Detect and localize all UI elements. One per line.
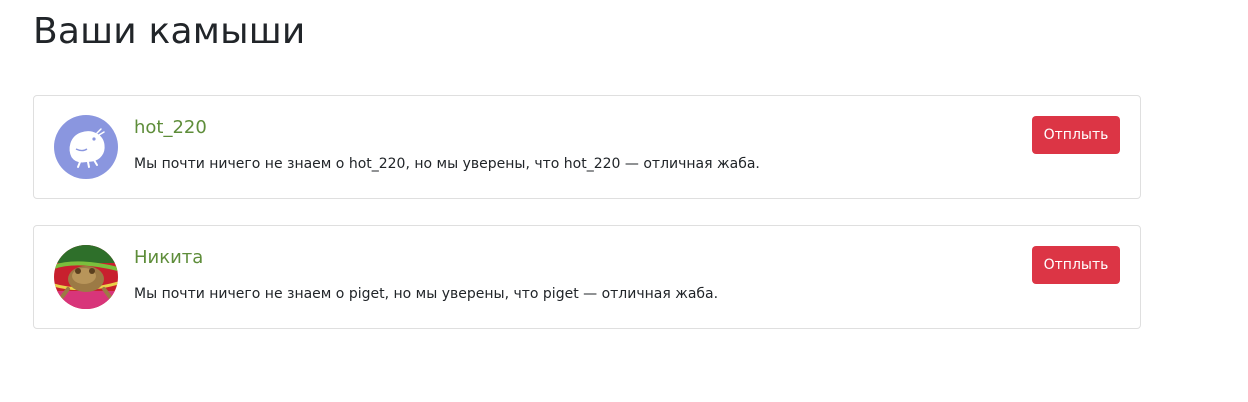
toad-photo-icon: [54, 245, 118, 309]
unfollow-button[interactable]: Отплыть: [1032, 246, 1120, 284]
default-avatar-icon: [54, 115, 118, 179]
user-description: Мы почти ничего не знаем о piget, но мы …: [134, 286, 719, 302]
following-page: Ваши камыши hot_220 Мы почти ничего не з…: [0, 0, 1248, 402]
user-description: Мы почти ничего не знаем о hot_220, но м…: [134, 156, 760, 172]
user-name-link[interactable]: Никита: [134, 246, 203, 270]
page-title: Ваши камыши: [33, 11, 306, 52]
user-avatar[interactable]: [54, 245, 118, 309]
user-name-link[interactable]: hot_220: [134, 116, 207, 140]
user-avatar[interactable]: [54, 115, 118, 179]
following-card: Никита Мы почти ничего не знаем о piget,…: [33, 225, 1141, 329]
unfollow-button[interactable]: Отплыть: [1032, 116, 1120, 154]
following-card: hot_220 Мы почти ничего не знаем о hot_2…: [33, 95, 1141, 199]
